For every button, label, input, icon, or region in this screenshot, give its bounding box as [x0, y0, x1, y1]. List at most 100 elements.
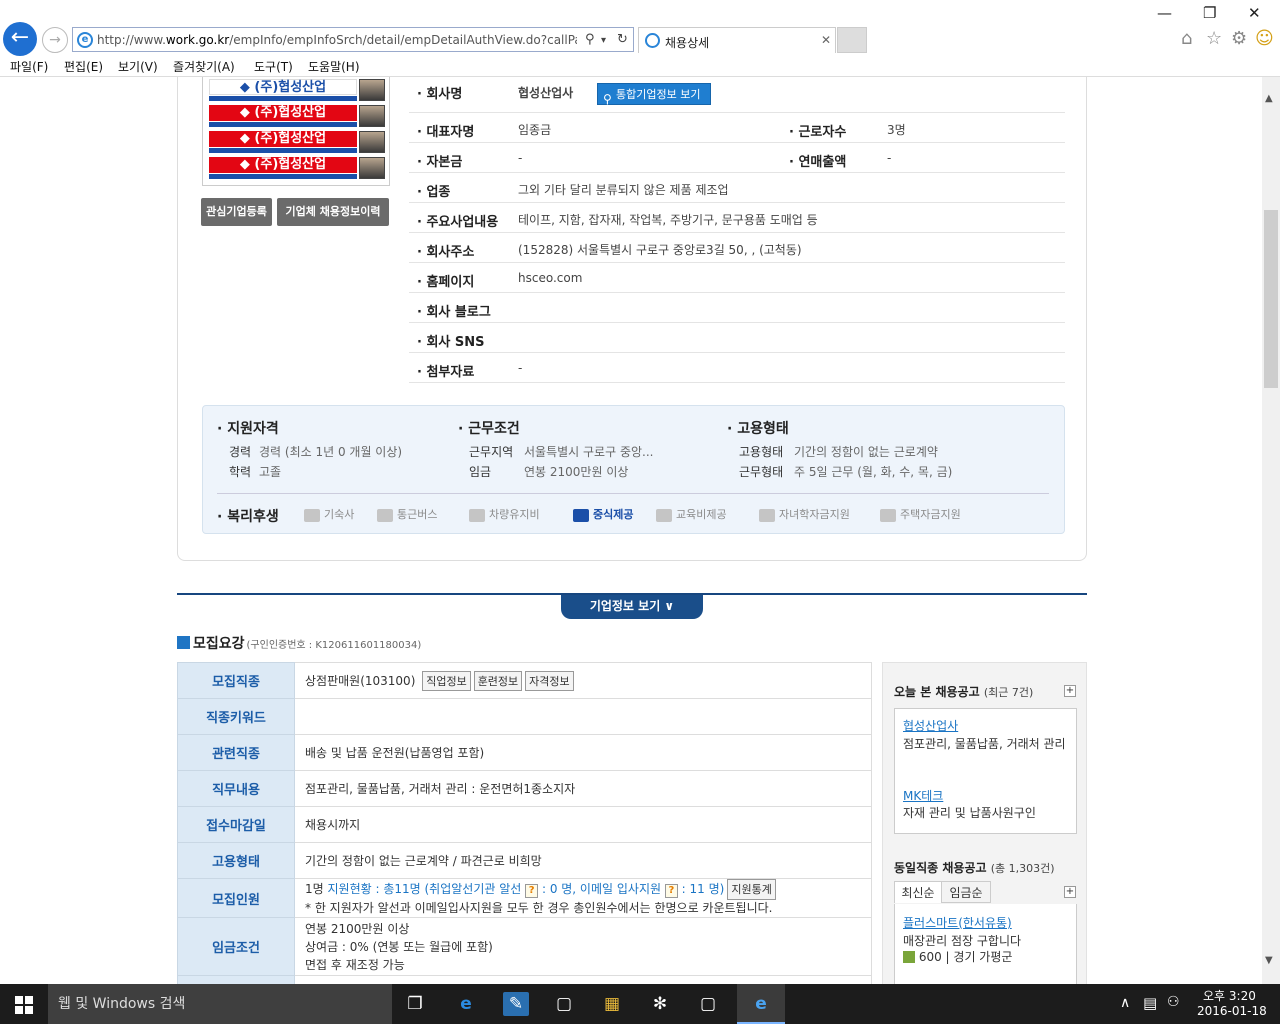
- clock-date[interactable]: 2016-01-18: [1197, 1004, 1267, 1018]
- app-icon[interactable]: ▢: [695, 992, 721, 1016]
- notification-icon[interactable]: ▤: [1143, 994, 1157, 1012]
- qual-heading: · 지원자격: [217, 421, 279, 437]
- company-name-label: · 회사명: [417, 87, 463, 102]
- browser-tab[interactable]: 채용상세 ✕: [638, 27, 836, 53]
- emp-type-label: 고용형태: [739, 445, 784, 459]
- app-icon[interactable]: ▢: [551, 992, 577, 1016]
- volume-icon[interactable]: ⚇: [1167, 994, 1180, 1010]
- row-label: 모집인원: [177, 878, 295, 918]
- applicant-stats-button[interactable]: 지원통계: [727, 879, 776, 900]
- recent-item-desc: 자재 관리 및 납품사원구인: [903, 806, 1036, 820]
- page-viewport: ◆ (주)협성산업 ◆ (주)협성산업 ◆ (주)협성산업 ◆ (주)협성산업 …: [0, 77, 1262, 984]
- task-view-icon[interactable]: ❐: [402, 992, 428, 1016]
- recent-item-link[interactable]: MK테크: [903, 787, 943, 804]
- search-icon[interactable]: ⚲: [585, 32, 595, 47]
- emptype-value: 기간의 정함이 없는 근로계약 / 파견근로 비희망: [294, 842, 872, 879]
- welfare-education: 교육비제공: [656, 506, 727, 522]
- company-name[interactable]: 협성산업사: [518, 84, 573, 101]
- menu-file[interactable]: 파일(F): [10, 58, 48, 75]
- count-note: * 한 지원자가 알선과 이메일입사지원을 모두 한 경우 총인원수에서는 한명…: [305, 901, 773, 915]
- folder-icon[interactable]: ▦: [599, 992, 625, 1016]
- tab-latest[interactable]: 최신순: [894, 881, 942, 903]
- ie-tab-icon: [645, 33, 660, 48]
- same-item-desc: 매장관리 점장 구합니다: [903, 934, 1022, 948]
- welfare-housing: 주택자금지원: [880, 506, 961, 522]
- help-icon[interactable]: ?: [664, 884, 678, 898]
- welfare-shuttle: 통근버스: [377, 506, 437, 522]
- wage-label: 임금: [469, 465, 492, 479]
- welfare-heading: · 복리후생: [217, 509, 279, 525]
- home-icon[interactable]: ⌂: [1181, 28, 1192, 49]
- help-icon[interactable]: ?: [525, 884, 539, 898]
- menu-help[interactable]: 도움말(H): [308, 58, 360, 75]
- row-label: 고용형태: [177, 842, 295, 879]
- homepage-link[interactable]: hsceo.com: [518, 271, 582, 285]
- ie-icon[interactable]: e: [748, 992, 774, 1016]
- more-same-button[interactable]: +: [1064, 886, 1076, 898]
- back-button[interactable]: ←: [3, 22, 37, 56]
- table-row: 모집인원 1명 지원현황 : 총11명 (취업알선기관 알선 ? : 0 명, …: [177, 878, 872, 918]
- welfare-meal: 중식제공: [573, 506, 633, 522]
- smiley-icon[interactable]: ☺: [1255, 28, 1274, 49]
- tab-wage[interactable]: 임금순: [941, 881, 991, 903]
- favorites-icon[interactable]: ☆: [1206, 28, 1222, 49]
- recent-item-link[interactable]: 협성산업사: [903, 717, 958, 734]
- table-row: 직무내용 점포관리, 물품납품, 거래처 관리 : 운전면허1종소지자: [177, 770, 872, 807]
- paint-icon[interactable]: ✻: [647, 992, 673, 1016]
- taskbar-search[interactable]: 웹 및 Windows 검색: [48, 984, 392, 1024]
- menu-bar: 파일(F) 편집(E) 보기(V) 즐겨찾기(A) 도구(T) 도움말(H): [0, 56, 1280, 77]
- related-value: 배송 및 납품 운전원(납품영업 포함): [294, 734, 872, 771]
- emp-type-value: 기간의 정함이 없는 근로계약: [794, 445, 938, 459]
- scroll-thumb[interactable]: [1264, 210, 1278, 388]
- scroll-down-icon[interactable]: ▼: [1265, 955, 1273, 966]
- menu-view[interactable]: 보기(V): [118, 58, 158, 75]
- table-row: 임금조건 연봉 2100만원 이상 상여금 : 0% (연봉 또는 월급에 포함)…: [177, 917, 872, 976]
- new-tab-button[interactable]: [837, 27, 867, 53]
- table-row: 모집직종 상점판매원(103100) 직업정보 훈련정보 자격정보: [177, 662, 872, 699]
- close-tab-icon[interactable]: ✕: [821, 33, 831, 47]
- more-recent-button[interactable]: +: [1064, 685, 1076, 697]
- house-icon: [880, 508, 896, 522]
- tray-chevron-icon[interactable]: ∧: [1120, 995, 1130, 1011]
- work-form-value: 주 5일 근무 (월, 화, 수, 목, 금): [794, 465, 953, 479]
- fork-knife-icon: [573, 508, 589, 522]
- interest-company-button[interactable]: 관심기업등록: [201, 198, 272, 226]
- info-row: · 회사 SNS: [409, 323, 1065, 353]
- address-bar[interactable]: e http://www.work.go.kr/empInfo/empInfoS…: [72, 27, 634, 52]
- same-job-heading: 동일직종 채용공고 (총 1,303건): [894, 861, 1055, 875]
- integrated-info-button[interactable]: ⚲ 통합기업정보 보기: [597, 83, 711, 106]
- expand-company-info-button[interactable]: 기업정보 보기 ∨: [561, 595, 703, 619]
- menu-favorites[interactable]: 즐겨찾기(A): [173, 58, 235, 75]
- vertical-scrollbar[interactable]: ▲ ▼: [1262, 77, 1280, 984]
- scroll-up-icon[interactable]: ▲: [1265, 93, 1273, 104]
- area-label: 근무지역: [469, 445, 514, 459]
- windows-start-icon[interactable]: [15, 996, 33, 1014]
- ie-page-icon: e: [77, 32, 93, 48]
- license-info-button[interactable]: 자격정보: [525, 670, 574, 691]
- row-label: 직무내용: [177, 770, 295, 807]
- menu-tools[interactable]: 도구(T): [254, 58, 293, 75]
- same-item-link[interactable]: 플러스마트(한서유통): [903, 914, 1012, 931]
- training-info-button[interactable]: 훈련정보: [473, 670, 523, 691]
- minimize-icon[interactable]: —: [1157, 4, 1172, 22]
- bus-icon: [377, 508, 393, 522]
- app-icon[interactable]: ✎: [503, 992, 529, 1016]
- recent-item-desc: 점포관리, 물품납품, 거래처 관리: [903, 737, 1066, 751]
- forward-button[interactable]: →: [42, 27, 68, 53]
- close-window-icon[interactable]: ✕: [1248, 4, 1261, 22]
- dropdown-icon[interactable]: ▾: [601, 35, 606, 46]
- table-row: [177, 975, 872, 984]
- gear-icon[interactable]: ⚙: [1231, 28, 1247, 49]
- refresh-icon[interactable]: ↻: [617, 32, 628, 47]
- info-row: · 회사 블로그: [409, 293, 1065, 323]
- recruit-history-button[interactable]: 기업체 채용정보이력: [277, 198, 389, 226]
- menu-edit[interactable]: 편집(E): [64, 58, 103, 75]
- clock-time[interactable]: 오후 3:20: [1203, 987, 1256, 1004]
- job-info-button[interactable]: 직업정보: [422, 670, 471, 691]
- table-row: 접수마감일 채용시까지: [177, 806, 872, 843]
- restore-icon[interactable]: ❐: [1203, 4, 1216, 22]
- edge-icon[interactable]: e: [453, 992, 479, 1016]
- table-row: 고용형태 기간의 정함이 없는 근로계약 / 파견근로 비희망: [177, 842, 872, 879]
- info-row-name: · 회사명 협성산업사 ⚲ 통합기업정보 보기: [409, 77, 1065, 113]
- company-card: ◆ (주)협성산업 ◆ (주)협성산업 ◆ (주)협성산업 ◆ (주)협성산업 …: [177, 77, 1087, 561]
